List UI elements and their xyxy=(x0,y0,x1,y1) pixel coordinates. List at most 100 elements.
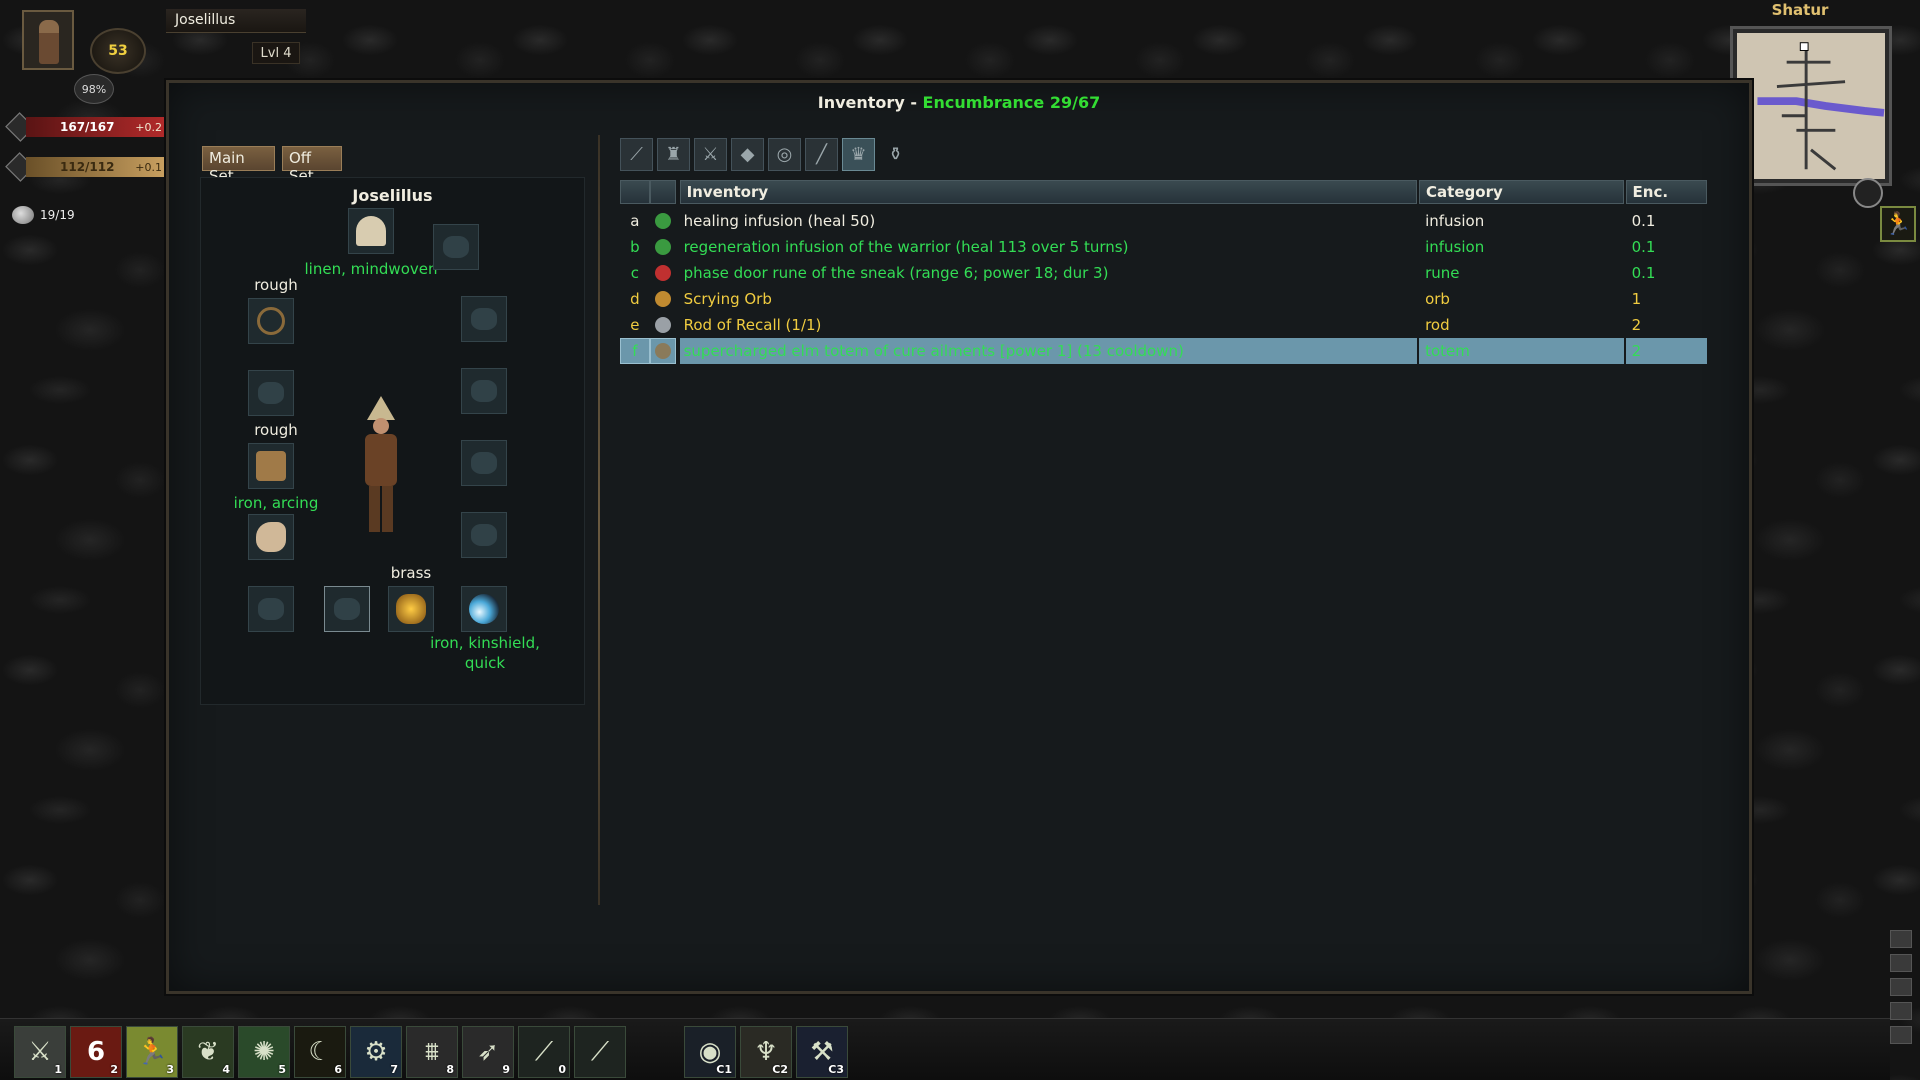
item-category: infusion xyxy=(1425,238,1485,256)
inventory-row[interactable]: e Rod of Recall (1/1) rod 2 xyxy=(620,312,1707,338)
hotkey-slot[interactable]: ⟋ xyxy=(574,1026,626,1078)
tool-orb-icon xyxy=(469,594,499,624)
minimap[interactable] xyxy=(1730,26,1892,186)
level-label: Lvl 4 xyxy=(252,42,300,64)
slot-amulet[interactable] xyxy=(248,298,294,344)
settings-icon[interactable] xyxy=(1890,1026,1912,1044)
hotkey-label: 8 xyxy=(446,1063,454,1076)
hat-icon xyxy=(356,216,386,246)
item-name: Rod of Recall (1/1) xyxy=(683,316,822,334)
slot-body[interactable] xyxy=(248,443,294,489)
label-tool-line2: quick xyxy=(464,654,506,672)
filter-wand-icon[interactable]: ╱ xyxy=(805,138,838,171)
log-icon[interactable] xyxy=(1890,978,1912,996)
slot-hands[interactable] xyxy=(248,514,294,560)
hotkey-slot[interactable]: ❦ 4 xyxy=(182,1026,234,1078)
filter-ring-icon[interactable]: ◎ xyxy=(768,138,801,171)
label-head: linen, mindwoven xyxy=(304,260,438,278)
slot-tool[interactable] xyxy=(461,586,507,632)
boots-placeholder-icon xyxy=(471,452,497,474)
inventory-row[interactable]: b regeneration infusion of the warrior (h… xyxy=(620,234,1707,260)
hotkey-slot[interactable]: ✺ 5 xyxy=(238,1026,290,1078)
hotkey-slot[interactable]: ⩩ 8 xyxy=(406,1026,458,1078)
hotkey-slot[interactable]: ♆ C2 xyxy=(740,1026,792,1078)
hotkey-label: 5 xyxy=(278,1063,286,1076)
hotkey-label: 6 xyxy=(334,1063,342,1076)
header-category[interactable]: Category xyxy=(1419,180,1624,204)
main-set-tab[interactable]: Main Set xyxy=(202,146,275,185)
item-icon xyxy=(650,208,676,234)
slot-boots[interactable] xyxy=(461,440,507,486)
filter-weapon-icon[interactable]: ⚔ xyxy=(694,138,727,171)
slot-head[interactable] xyxy=(348,208,394,254)
side-toolbar xyxy=(1890,930,1918,1070)
header-inventory[interactable]: Inventory xyxy=(679,180,1418,204)
inventory-title: Inventory - Encumbrance 29/67 xyxy=(169,93,1749,112)
percent-orb: 98% xyxy=(74,74,114,104)
hotkey-slot[interactable]: 🏃 3 xyxy=(126,1026,178,1078)
notes-icon[interactable] xyxy=(1890,1002,1912,1020)
hotkey-slot[interactable]: ☾ 6 xyxy=(294,1026,346,1078)
character-portrait[interactable] xyxy=(22,10,74,70)
hotkey-slot[interactable]: ⚒ C3 xyxy=(796,1026,848,1078)
slot-ring-left[interactable] xyxy=(248,586,294,632)
hotkey-slot[interactable]: ⚙ 7 xyxy=(350,1026,402,1078)
hotkey-slot[interactable]: 62 xyxy=(70,1026,122,1078)
slot-ring-right[interactable] xyxy=(324,586,370,632)
row-letter: d xyxy=(630,290,640,308)
item-icon xyxy=(650,234,676,260)
row-letter: b xyxy=(630,238,640,256)
run-mode-icon[interactable]: 🏃 xyxy=(1880,206,1916,242)
hotkey-slot[interactable]: ⟋ 0 xyxy=(518,1026,570,1078)
item-name: healing infusion (heal 50) xyxy=(683,212,876,230)
item-icon xyxy=(650,286,676,312)
item-enc: 1 xyxy=(1631,290,1642,308)
label-hands: iron, arcing xyxy=(233,494,319,512)
hotkey-label: 3 xyxy=(166,1063,174,1076)
compass-icon[interactable] xyxy=(1853,178,1883,208)
belt-placeholder-icon xyxy=(471,380,497,402)
item-icon xyxy=(650,260,676,286)
inventory-row[interactable]: d Scrying Orb orb 1 xyxy=(620,286,1707,312)
hotkey-slot[interactable]: ➶ 9 xyxy=(462,1026,514,1078)
pen-icon[interactable] xyxy=(1890,954,1912,972)
slot-quiver[interactable] xyxy=(461,512,507,558)
chat-icon[interactable] xyxy=(1890,930,1912,948)
minimap-canvas[interactable] xyxy=(1737,33,1885,179)
encumbrance: Encumbrance 29/67 xyxy=(922,93,1101,112)
header-icon xyxy=(649,180,676,204)
air-bubbles-icon xyxy=(12,206,34,224)
slot-shoulder[interactable] xyxy=(433,224,479,270)
filter-armor-icon[interactable]: ♜ xyxy=(657,138,690,171)
item-category: orb xyxy=(1425,290,1450,308)
ring-placeholder-icon xyxy=(258,382,284,404)
character-paperdoll xyxy=(351,396,411,536)
inventory-title-text: Inventory xyxy=(817,93,905,112)
filter-all-icon[interactable]: ⟋ xyxy=(620,138,653,171)
panel-divider xyxy=(598,135,600,905)
item-category: rod xyxy=(1425,316,1450,334)
item-category: infusion xyxy=(1425,212,1485,230)
inventory-row[interactable]: f supercharged elm totem of cure ailments… xyxy=(620,338,1707,364)
tunic-icon xyxy=(256,451,286,481)
filter-potion-icon[interactable]: ⚱ xyxy=(879,138,912,171)
inventory-row[interactable]: a healing infusion (heal 50) infusion 0.1 xyxy=(620,208,1707,234)
hotkey-label: C2 xyxy=(772,1063,788,1076)
header-enc[interactable]: Enc. xyxy=(1625,180,1707,204)
paperdoll-body xyxy=(365,434,397,486)
off-set-tab[interactable]: Off Set xyxy=(282,146,342,185)
label-body: rough xyxy=(254,421,298,439)
hotkey-slot[interactable]: ◉ C1 xyxy=(684,1026,736,1078)
filter-trophy-icon[interactable]: ♛ xyxy=(842,138,875,171)
gloves-icon xyxy=(256,522,286,552)
slot-light[interactable] xyxy=(388,586,434,632)
stamina-value: 112/112 xyxy=(60,160,115,174)
slot-belt[interactable] xyxy=(461,368,507,414)
slot-cloak[interactable] xyxy=(461,296,507,342)
filter-gem-icon[interactable]: ◆ xyxy=(731,138,764,171)
inventory-row[interactable]: c phase door rune of the sneak (range 6; … xyxy=(620,260,1707,286)
hotkey-slot[interactable]: ⚔ 1 xyxy=(14,1026,66,1078)
life-bar: 167/167 +0.2 xyxy=(26,117,166,137)
item-enc: 0.1 xyxy=(1631,238,1656,256)
slot-ring[interactable] xyxy=(248,370,294,416)
